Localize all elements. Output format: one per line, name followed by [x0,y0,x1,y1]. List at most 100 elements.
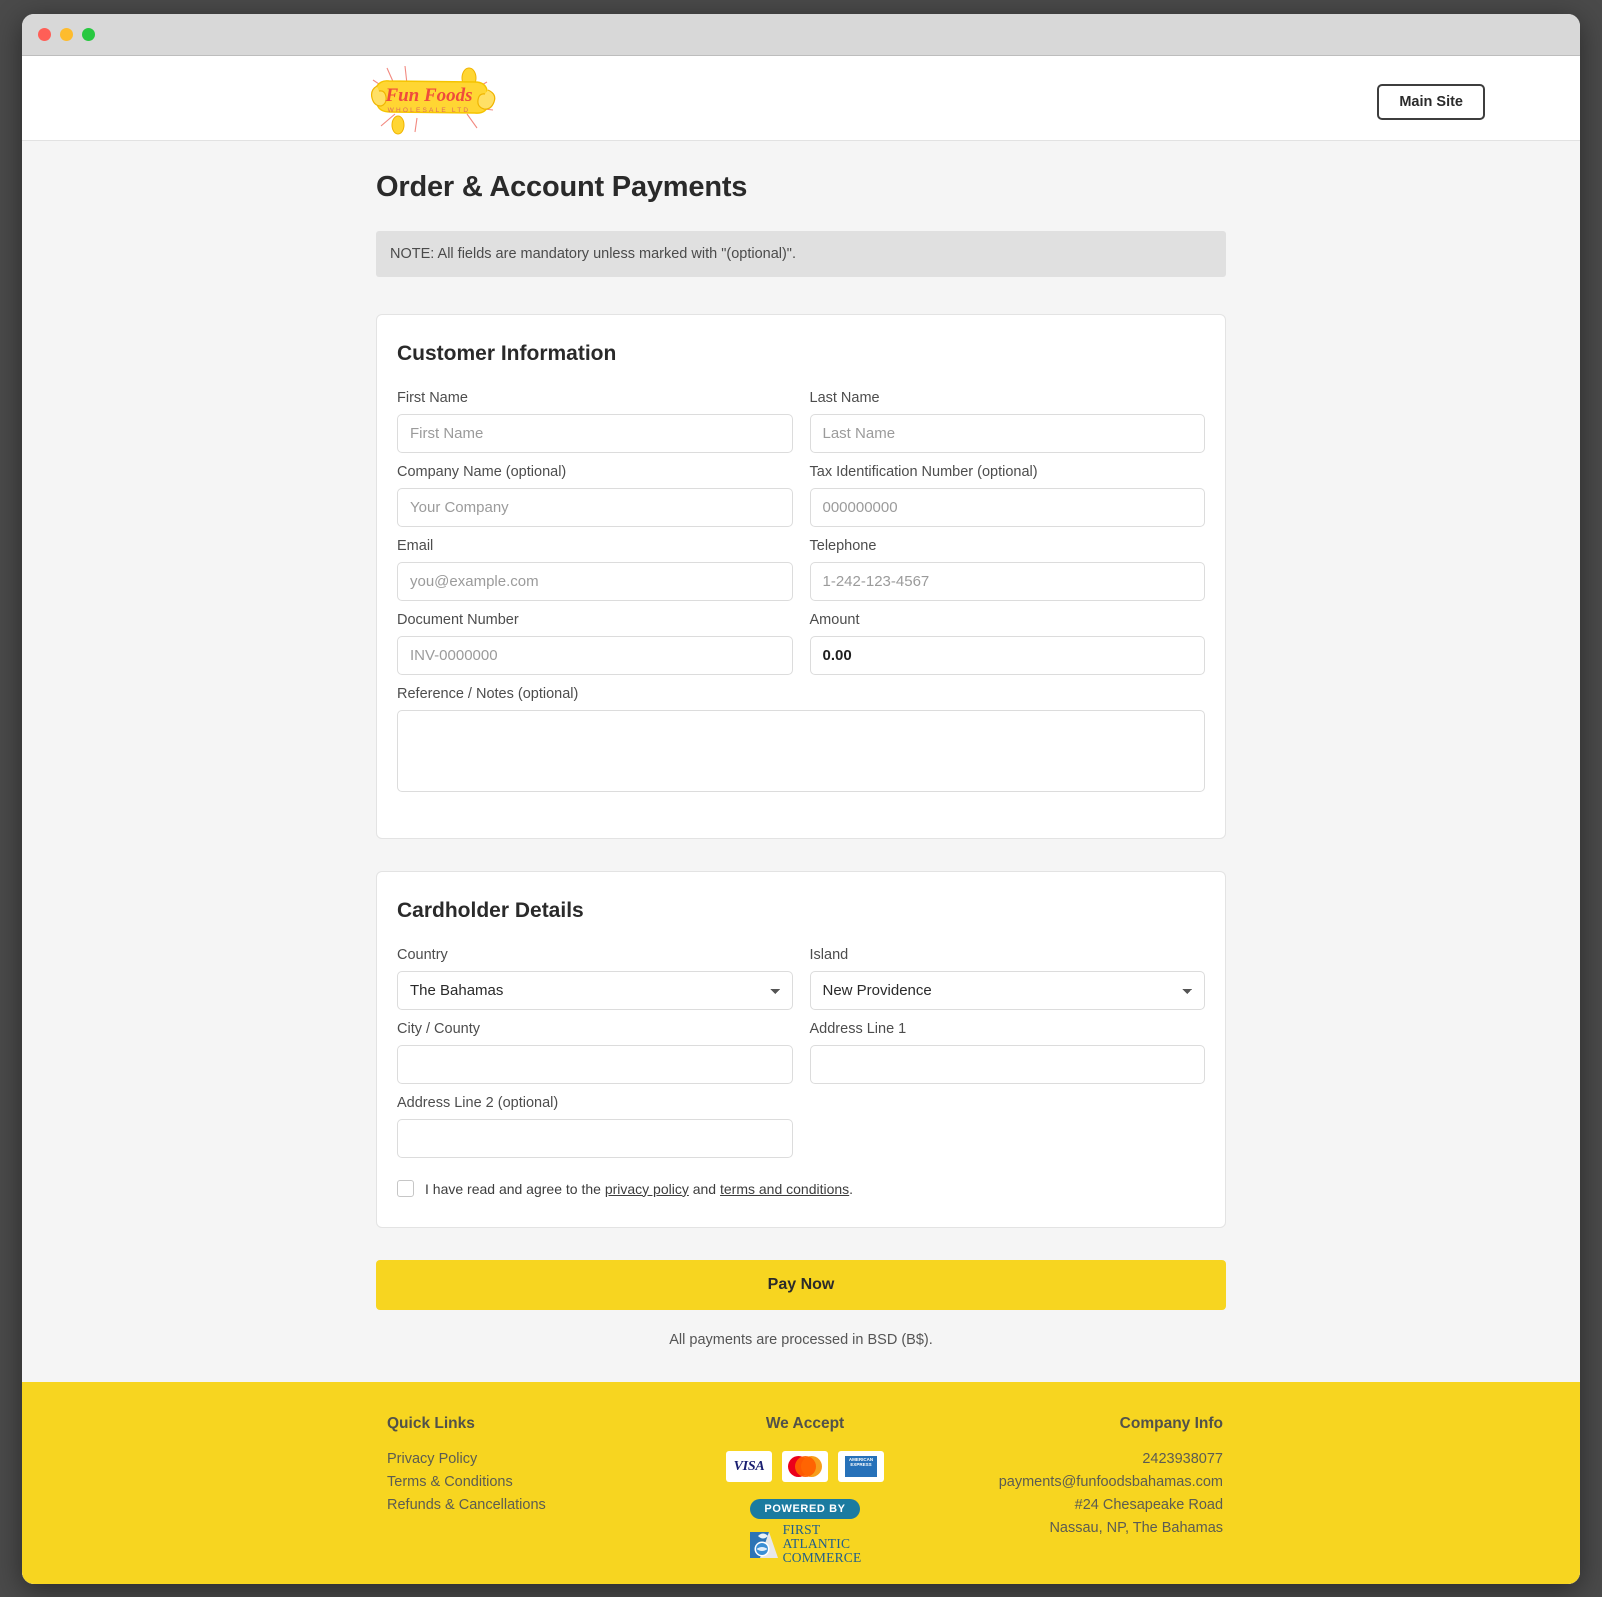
company-row: Company Name (optional) Tax Identificati… [397,464,1205,527]
maximize-window-button[interactable] [82,28,95,41]
visa-card-icon: VISA [726,1451,772,1482]
island-label: Island [809,947,849,963]
document-number-input[interactable] [397,636,793,675]
country-island-row: Country The Bahamas Island New Providenc… [397,947,1205,1010]
country-field: Country The Bahamas [397,947,793,1010]
name-row: First Name Last Name [397,390,1205,453]
amex-wordmark: AMERICAN EXPRESS [848,1457,874,1467]
currency-note: All payments are processed in BSD (B$). [669,1332,933,1348]
globe-icon [749,1528,779,1560]
reference-row: Reference / Notes (optional) [397,686,1205,797]
main-site-button[interactable]: Main Site [1377,84,1485,120]
first-name-label: First Name [397,390,468,406]
agreement-row: I have read and agree to the privacy pol… [397,1180,1205,1197]
footer-link-refunds-cancellations[interactable]: Refunds & Cancellations [387,1497,666,1513]
terms-and-conditions-link[interactable]: terms and conditions [720,1181,849,1197]
city-county-input[interactable] [397,1045,793,1084]
agreement-text-before: I have read and agree to the [425,1180,605,1197]
site-footer: Quick Links Privacy Policy Terms & Condi… [22,1382,1580,1584]
tax-id-field: Tax Identification Number (optional) [809,464,1205,527]
contact-row: Email Telephone [397,538,1205,601]
visa-wordmark: VISA [733,1458,765,1474]
svg-text:WHOLESALE LTD: WHOLESALE LTD [388,107,471,114]
browser-titlebar [22,14,1580,56]
browser-window: Fun Foods WHOLESALE LTD Main Site Order … [22,14,1580,1584]
address-line-2-input[interactable] [397,1119,793,1158]
company-name-input[interactable] [397,488,793,527]
address-line-2-field: Address Line 2 (optional) [397,1095,793,1158]
powered-by-pill: POWERED BY [750,1499,860,1519]
country-select[interactable]: The Bahamas [397,971,793,1010]
payment-processor-badge: POWERED BY FIRST ATLANTIC COMMERCE [666,1499,945,1564]
privacy-policy-link[interactable]: privacy policy [605,1181,689,1197]
close-window-button[interactable] [38,28,51,41]
telephone-label: Telephone [809,538,877,554]
tax-id-input[interactable] [809,488,1205,527]
amex-blue-box: AMERICAN EXPRESS [845,1456,877,1477]
city-address-row: City / County Address Line 1 [397,1021,1205,1084]
amex-card-icon: AMERICAN EXPRESS [838,1451,884,1482]
email-label: Email [397,538,434,554]
customer-information-card: Customer Information First Name Last Nam… [376,314,1226,839]
page-title: Order & Account Payments [376,171,748,203]
country-label: Country [397,947,448,963]
reference-notes-field: Reference / Notes (optional) [397,686,1205,797]
site-header: Fun Foods WHOLESALE LTD Main Site [22,56,1580,141]
document-amount-row: Document Number Amount [397,612,1205,675]
address-line-1-field: Address Line 1 [809,1021,1205,1084]
footer-columns: Quick Links Privacy Policy Terms & Condi… [361,1415,1241,1564]
agreement-text-middle: and [688,1180,720,1197]
cardholder-details-heading: Cardholder Details [397,899,584,922]
reference-notes-textarea[interactable] [397,710,1205,792]
accepted-cards-row: VISA AMERICAN EXPRESS [666,1451,945,1482]
company-email: payments@funfoodsbahamas.com [998,1474,1224,1490]
address-line-2-row: Address Line 2 (optional) [397,1095,1205,1158]
quick-links-column: Quick Links Privacy Policy Terms & Condi… [361,1415,666,1564]
telephone-field: Telephone [809,538,1205,601]
agreement-text: I have read and agree to the privacy pol… [425,1181,853,1197]
page-content: Order & Account Payments NOTE: All field… [376,141,1226,1348]
mastercard-card-icon [782,1451,828,1482]
fac-line-atlantic: ATLANTIC [782,1535,851,1551]
amount-field: Amount [809,612,1205,675]
island-field: Island New Providence [809,947,1205,1010]
telephone-input[interactable] [809,562,1205,601]
last-name-input[interactable] [809,414,1205,453]
footer-link-privacy-policy[interactable]: Privacy Policy [387,1451,666,1467]
first-atlantic-commerce-wordmark: FIRST ATLANTIC COMMERCE [783,1523,862,1564]
company-address-line-1: #24 Chesapeake Road [1074,1497,1224,1513]
fac-line-commerce: COMMERCE [782,1549,862,1565]
document-number-label: Document Number [397,612,519,628]
tax-id-label: Tax Identification Number (optional) [809,464,1038,480]
city-county-label: City / County [397,1021,480,1037]
first-atlantic-commerce-logo: FIRST ATLANTIC COMMERCE [749,1523,862,1564]
we-accept-column: We Accept VISA AMERICAN EXPRESS POWERED … [666,1415,945,1564]
island-select[interactable]: New Providence [809,971,1205,1010]
amount-label: Amount [809,612,860,628]
last-name-label: Last Name [809,390,880,406]
minimize-window-button[interactable] [60,28,73,41]
first-name-input[interactable] [397,414,793,453]
amount-input[interactable] [809,636,1205,675]
first-name-field: First Name [397,390,793,453]
fun-foods-logo[interactable]: Fun Foods WHOLESALE LTD [357,64,507,136]
company-address-line-2: Nassau, NP, The Bahamas [1049,1520,1224,1536]
pay-now-button[interactable]: Pay Now [376,1260,1226,1310]
company-name-label: Company Name (optional) [397,464,567,480]
document-number-field: Document Number [397,612,793,675]
customer-information-heading: Customer Information [397,342,617,365]
fac-line-first: FIRST [782,1522,821,1537]
address-line-1-input[interactable] [809,1045,1205,1084]
mastercard-circles [788,1456,822,1477]
company-phone: 2423938077 [1142,1451,1224,1467]
agreement-checkbox[interactable] [397,1180,414,1197]
company-info-column: Company Info 2423938077 payments@funfood… [944,1415,1241,1564]
agreement-text-after: . [849,1180,854,1197]
page-viewport: Fun Foods WHOLESALE LTD Main Site Order … [22,56,1580,1584]
last-name-field: Last Name [809,390,1205,453]
email-input[interactable] [397,562,793,601]
company-name-field: Company Name (optional) [397,464,793,527]
page-body: Order & Account Payments NOTE: All field… [22,141,1580,1348]
footer-link-terms-conditions[interactable]: Terms & Conditions [387,1474,666,1490]
address-line-2-label: Address Line 2 (optional) [397,1095,559,1111]
